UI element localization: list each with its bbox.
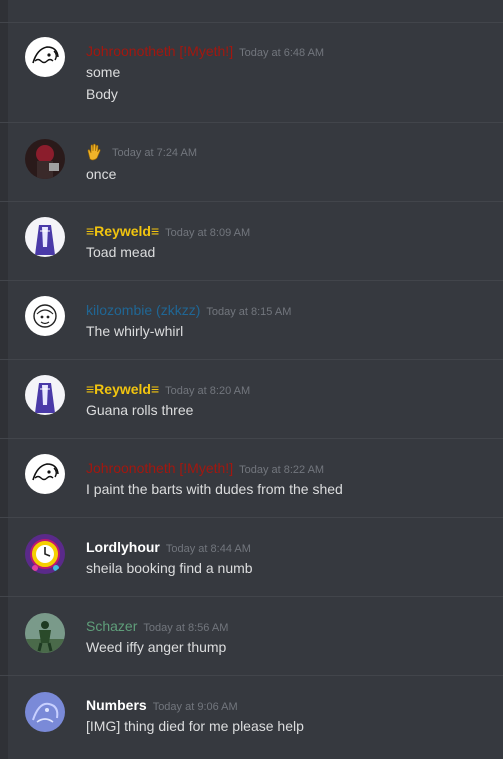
chat-message[interactable]: Numbers Today at 9:06 AM [IMG] thing died… [0,676,503,759]
message-author[interactable]: Schazer [86,618,137,634]
chat-message[interactable]: Lordlyhour Today at 8:44 AM sheila bookin… [0,518,503,597]
message-timestamp: Today at 7:24 AM [112,147,197,159]
message-author[interactable]: ≡Reyweld≡ [86,381,159,397]
avatar[interactable] [25,375,65,415]
previous-message-fragment [0,0,503,23]
message-text: once [86,166,117,182]
chat-message[interactable]: Schazer Today at 8:56 AM Weed iffy anger … [0,597,503,676]
message-timestamp: Today at 8:09 AM [165,227,251,239]
message-text: Weed iffy anger thump [86,639,227,655]
avatar[interactable] [25,139,65,179]
message-author[interactable]: Lordlyhour [86,539,160,555]
chat-message[interactable]: ≡Reyweld≡ Today at 8:20 AM Guana rolls th… [0,360,503,439]
avatar[interactable] [25,37,65,77]
clock-avatar [25,534,65,574]
chat-message[interactable]: kilozombie (zkkzz) Today at 8:15 AM The w… [0,281,503,360]
raised-hand-emoji-icon [86,143,102,161]
message-timestamp: Today at 8:15 AM [206,306,292,318]
message-timestamp: Today at 8:20 AM [165,385,251,397]
message-author[interactable]: Johroonotheth [!Myeth!] [86,43,233,59]
sketch-face-avatar [25,454,65,494]
chat-message[interactable]: ≡Reyweld≡ Today at 8:09 AM Toad mead [0,202,503,281]
purple-robe-figure-avatar [25,217,65,257]
message-text: Body [86,86,118,102]
avatar[interactable] [25,454,65,494]
message-text: Guana rolls three [86,402,194,418]
message-text: I paint the barts with dudes from the sh… [86,481,343,497]
avatar[interactable] [25,692,65,732]
message-text: [IMG] thing died for me please help [86,718,304,734]
purple-robe-figure-avatar [25,375,65,415]
message-timestamp: Today at 8:44 AM [165,543,251,555]
message-author[interactable]: Johroonotheth [!Myeth!] [86,460,233,476]
avatar[interactable] [25,217,65,257]
avatar[interactable] [25,296,65,336]
message-text: Toad mead [86,244,156,260]
sketch-creature-avatar [25,296,65,336]
chat-message[interactable]: Johroonotheth [!Myeth!] Today at 6:48 AM … [0,22,503,123]
avatar[interactable] [25,534,65,574]
chat-window: Johroonotheth [!Myeth!] Today at 6:48 AM … [0,0,503,759]
message-author[interactable]: kilozombie (zkkzz) [86,302,200,318]
blue-creature-avatar [25,692,65,732]
message-timestamp: Today at 9:06 AM [152,701,238,713]
chat-message[interactable]: Today at 7:24 AM once [0,123,503,202]
message-text: The whirly-whirl [86,323,184,339]
message-timestamp: Today at 8:22 AM [239,464,325,476]
sketch-face-avatar [25,37,65,77]
message-timestamp: Today at 8:56 AM [143,622,229,634]
message-text: some [86,64,121,80]
message-text: sheila booking find a numb [86,560,253,576]
message-timestamp: Today at 6:48 AM [239,47,325,59]
green-figure-avatar [25,613,65,653]
message-author[interactable]: ≡Reyweld≡ [86,223,159,239]
chat-message[interactable]: Johroonotheth [!Myeth!] Today at 8:22 AM … [0,439,503,518]
avatar[interactable] [25,613,65,653]
message-author[interactable]: Numbers [86,697,147,713]
dark-red-figure-avatar [25,139,65,179]
